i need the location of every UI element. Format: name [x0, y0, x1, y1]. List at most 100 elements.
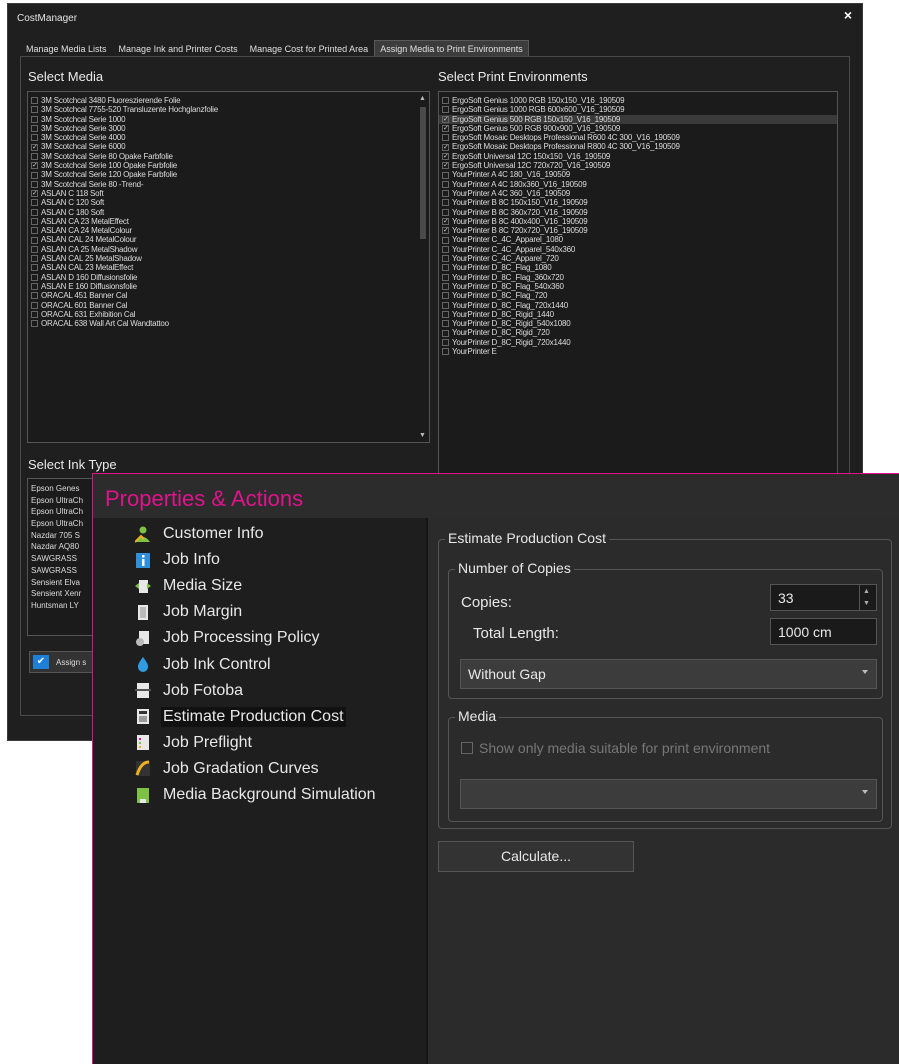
- checkbox[interactable]: [31, 115, 38, 123]
- nav-item-job-ink-control[interactable]: Job Ink Control: [135, 653, 273, 677]
- media-list-item[interactable]: ASLAN D 160 Diffusionsfolie: [28, 273, 429, 282]
- print-environment-item[interactable]: YourPrinter C_4C_Apparel_720: [439, 254, 837, 263]
- checkbox[interactable]: [31, 125, 38, 133]
- media-list-item[interactable]: ORACAL 638 Wall Art Cal Wandtattoo: [28, 319, 429, 328]
- checkbox[interactable]: [31, 152, 38, 160]
- media-list-item[interactable]: ORACAL 601 Banner Cal: [28, 301, 429, 310]
- checkbox[interactable]: [31, 106, 38, 114]
- print-environment-item[interactable]: YourPrinter D_8C_Rigid_540x1080: [439, 319, 837, 328]
- show-suitable-media-checkbox[interactable]: Show only media suitable for print envir…: [461, 740, 770, 756]
- checkbox[interactable]: [442, 338, 449, 346]
- print-environment-item[interactable]: YourPrinter A 4C 180_V16_190509: [439, 170, 837, 179]
- checkbox[interactable]: ✓: [442, 162, 449, 170]
- media-list-item[interactable]: ASLAN CAL 25 MetalShadow: [28, 254, 429, 263]
- checkbox[interactable]: [31, 180, 38, 188]
- print-environment-item[interactable]: ErgoSoft Genius 1000 RGB 150x150_V16_190…: [439, 96, 837, 105]
- media-list-item[interactable]: ORACAL 631 Exhibition Cal: [28, 310, 429, 319]
- media-list-item[interactable]: 3M Scotchcal Serie 80 Opake Farbfolie: [28, 152, 429, 161]
- nav-item-job-preflight[interactable]: Job Preflight: [135, 731, 254, 755]
- print-environment-item[interactable]: YourPrinter C_4C_Apparel_1080: [439, 235, 837, 244]
- media-list-item[interactable]: ASLAN C 180 Soft: [28, 208, 429, 217]
- media-list-item[interactable]: ASLAN CA 25 MetalShadow: [28, 245, 429, 254]
- checkbox[interactable]: [31, 171, 38, 179]
- print-environment-item[interactable]: YourPrinter D_8C_Flag_720x1440: [439, 301, 837, 310]
- checkbox[interactable]: [442, 171, 449, 179]
- checkbox[interactable]: [31, 227, 38, 235]
- tab-manage-media-lists[interactable]: Manage Media Lists: [20, 40, 113, 56]
- media-dropdown[interactable]: [460, 779, 877, 809]
- print-environment-item[interactable]: ✓ ErgoSoft Universal 12C 150x150_V16_1905…: [439, 152, 837, 161]
- media-list-item[interactable]: ✓ ASLAN C 118 Soft: [28, 189, 429, 198]
- checkbox[interactable]: [31, 320, 38, 328]
- print-environment-item[interactable]: ✓ ErgoSoft Genius 500 RGB 150x150_V16_190…: [439, 114, 837, 124]
- checkbox[interactable]: [442, 208, 449, 216]
- checkbox[interactable]: [31, 264, 38, 272]
- print-environment-item[interactable]: YourPrinter C_4C_Apparel_540x360: [439, 245, 837, 254]
- nav-item-job-fotoba[interactable]: Job Fotoba: [135, 679, 245, 703]
- checkbox[interactable]: [442, 264, 449, 272]
- checkbox[interactable]: ✓: [31, 190, 38, 198]
- media-list-item[interactable]: ASLAN CA 24 MetalColour: [28, 226, 429, 235]
- media-list-item[interactable]: 3M Scotchcal Serie 1000: [28, 115, 429, 124]
- checkbox[interactable]: [31, 292, 38, 300]
- checkbox[interactable]: [442, 245, 449, 253]
- media-list-item[interactable]: ASLAN E 160 Diffusionsfolie: [28, 282, 429, 291]
- nav-item-job-info[interactable]: Job Info: [135, 548, 222, 572]
- checkbox[interactable]: [442, 273, 449, 281]
- print-environment-item[interactable]: ✓ ErgoSoft Genius 500 RGB 900x900_V16_190…: [439, 124, 837, 133]
- checkbox[interactable]: [31, 218, 38, 225]
- checkbox[interactable]: ✓: [442, 143, 449, 151]
- checkbox[interactable]: [442, 134, 449, 142]
- media-list-scrollbar[interactable]: ▲ ▼: [418, 93, 428, 441]
- checkbox[interactable]: [442, 292, 449, 300]
- scroll-up-icon[interactable]: ▲: [419, 95, 426, 102]
- print-environment-item[interactable]: YourPrinter E: [439, 347, 837, 356]
- media-list-item[interactable]: ASLAN CAL 23 MetalEffect: [28, 263, 429, 272]
- calculate-button[interactable]: Calculate...: [438, 841, 634, 872]
- spin-down-icon[interactable]: ▼: [863, 600, 870, 607]
- checkbox[interactable]: [442, 190, 449, 198]
- copies-stepper[interactable]: 33 ▲ ▼: [770, 584, 877, 611]
- nav-item-customer-info[interactable]: Customer Info: [134, 522, 265, 546]
- copies-spin-buttons[interactable]: ▲ ▼: [859, 585, 876, 610]
- nav-item-estimate-production-cost[interactable]: Estimate Production Cost: [135, 705, 346, 729]
- checkbox[interactable]: [31, 134, 38, 142]
- media-list-item[interactable]: ORACAL 451 Banner Cal: [28, 291, 429, 300]
- checkbox[interactable]: ✓: [31, 143, 38, 151]
- print-environment-item[interactable]: YourPrinter D_8C_Flag_720: [439, 291, 837, 300]
- checkbox[interactable]: [442, 301, 449, 309]
- media-list-item[interactable]: 3M Scotchcal 3480 Fluoreszierende Folie: [28, 96, 429, 105]
- print-environment-item[interactable]: YourPrinter B 8C 360x720_V16_190509: [439, 208, 837, 217]
- checkbox[interactable]: [31, 255, 38, 263]
- spin-up-icon[interactable]: ▲: [863, 588, 870, 595]
- checkbox[interactable]: [31, 245, 38, 253]
- gap-dropdown[interactable]: Without Gap: [460, 659, 877, 689]
- checkbox[interactable]: [442, 283, 449, 291]
- print-environment-item[interactable]: YourPrinter A 4C 180x360_V16_190509: [439, 180, 837, 189]
- checkbox[interactable]: [31, 199, 38, 207]
- checkbox[interactable]: [442, 329, 449, 337]
- checkbox[interactable]: ✓: [442, 115, 449, 123]
- checkbox[interactable]: [31, 301, 38, 309]
- checkbox[interactable]: [31, 273, 38, 281]
- checkbox[interactable]: [442, 180, 449, 188]
- checkbox[interactable]: [442, 310, 449, 318]
- print-environment-item[interactable]: ✓ YourPrinter B 8C 720x720_V16_190509: [439, 226, 837, 235]
- checkbox[interactable]: [31, 208, 38, 216]
- checkbox[interactable]: [31, 97, 38, 105]
- checkbox[interactable]: ✓: [442, 227, 449, 235]
- print-environment-item[interactable]: YourPrinter D_8C_Rigid_720x1440: [439, 338, 837, 347]
- checkbox[interactable]: [442, 255, 449, 263]
- checkbox[interactable]: [442, 320, 449, 328]
- checkbox[interactable]: [442, 348, 449, 356]
- print-environment-item[interactable]: YourPrinter D_8C_Flag_540x360: [439, 282, 837, 291]
- print-environment-item[interactable]: YourPrinter A 4C 360_V16_190509: [439, 189, 837, 198]
- nav-item-job-margin[interactable]: Job Margin: [135, 600, 244, 624]
- scroll-down-icon[interactable]: ▼: [419, 432, 426, 439]
- close-icon[interactable]: ×: [844, 7, 852, 23]
- media-list[interactable]: 3M Scotchcal 3480 Fluoreszierende Folie 3…: [27, 91, 430, 443]
- media-list-item[interactable]: ✓ 3M Scotchcal Serie 100 Opake Farbfolie: [28, 161, 429, 170]
- print-environment-item[interactable]: YourPrinter D_8C_Flag_1080: [439, 263, 837, 272]
- media-list-item[interactable]: ASLAN CAL 24 MetalColour: [28, 235, 429, 244]
- print-environment-item[interactable]: YourPrinter D_8C_Flag_360x720: [439, 273, 837, 282]
